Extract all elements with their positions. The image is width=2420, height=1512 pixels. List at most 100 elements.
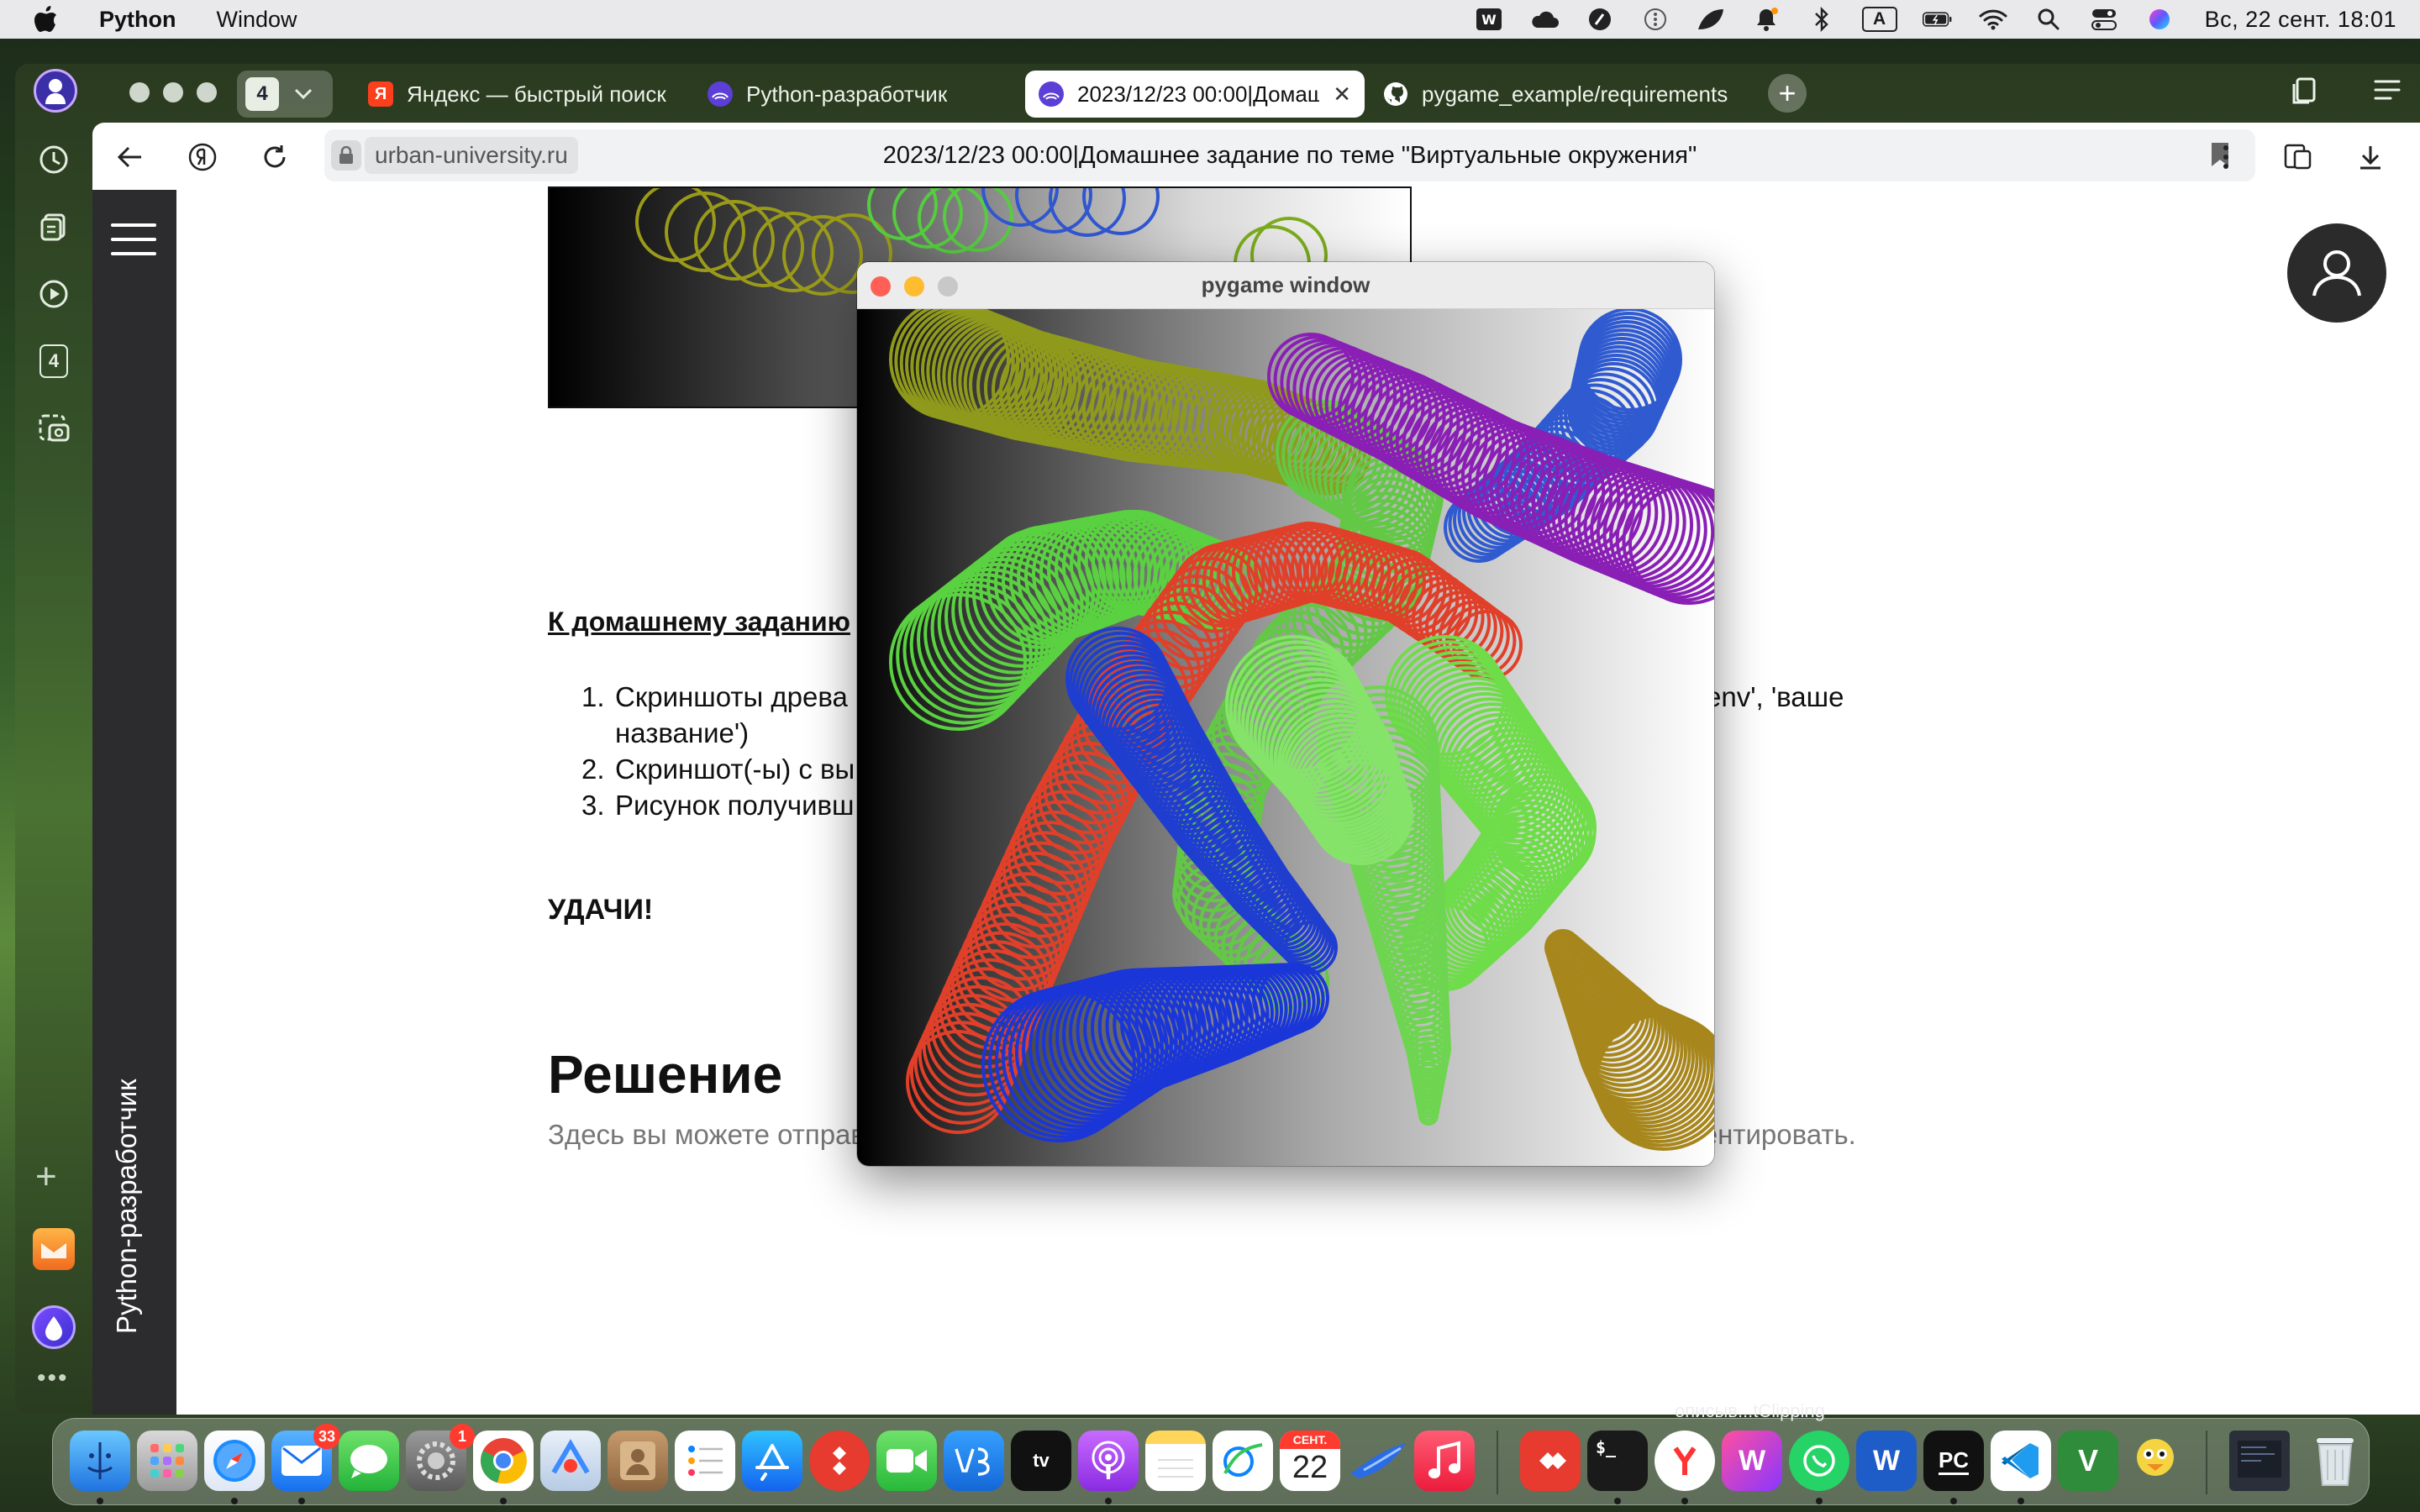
menubar-clock[interactable]: Вс, 22 сент. 18:01 [2205, 7, 2396, 33]
collections-icon[interactable] [34, 207, 74, 247]
calendar-icon[interactable]: СЕНТ. 22 [1280, 1431, 1340, 1491]
vk-messenger-icon[interactable] [944, 1431, 1004, 1491]
urban-favicon-icon [708, 81, 733, 107]
anydesk-alt-icon[interactable] [1520, 1431, 1581, 1491]
pygame-canvas[interactable] [857, 299, 1714, 1166]
cloud-app-icon[interactable] [1347, 1431, 1407, 1491]
more-vertical-icon[interactable] [2205, 136, 2247, 178]
notes-icon[interactable] [1145, 1431, 1206, 1491]
tab-label: Яндекс — быстрый поиск [407, 81, 666, 107]
apple-menu-icon[interactable] [34, 5, 62, 34]
close-window-icon[interactable] [871, 276, 891, 297]
app-name-menu[interactable]: Python [99, 7, 176, 33]
reader-mode-icon[interactable] [2277, 136, 2319, 178]
more-dots-icon[interactable]: ••• [37, 1364, 69, 1393]
battery-icon[interactable] [1922, 7, 1953, 32]
tab-yandex[interactable]: Я Яндекс — быстрый поиск [355, 71, 691, 118]
zoom-window-icon[interactable] [938, 276, 958, 297]
vim-icon[interactable]: V [2058, 1431, 2118, 1491]
new-tab-button[interactable]: + [1768, 74, 1807, 113]
facetime-icon[interactable] [876, 1431, 937, 1491]
profile-avatar-icon[interactable] [34, 69, 77, 113]
window-close-icon[interactable] [129, 82, 150, 102]
window-menu[interactable]: Window [217, 7, 297, 33]
history-icon[interactable] [34, 139, 74, 180]
minimize-window-icon[interactable] [904, 276, 924, 297]
menu-lines-icon[interactable] [2373, 77, 2402, 109]
podcasts-icon[interactable] [1078, 1431, 1139, 1491]
trash-icon[interactable] [2305, 1431, 2365, 1491]
apple-tv-icon[interactable]: tv [1011, 1431, 1071, 1491]
cyberduck-icon[interactable] [2125, 1431, 2186, 1491]
wps-icon[interactable]: W [1474, 7, 1504, 32]
leaf-icon[interactable] [1696, 7, 1726, 32]
pygame-window[interactable]: pygame window [857, 262, 1714, 1166]
tab-python-developer[interactable]: Python-разработчик [694, 71, 1030, 118]
word-icon[interactable]: W [1856, 1431, 1917, 1491]
tab-count-button[interactable]: 4 [237, 71, 333, 118]
system-settings-icon[interactable]: 1 [406, 1424, 475, 1491]
yandex-mail-icon[interactable] [33, 1228, 75, 1270]
running-indicator [1950, 1498, 1957, 1504]
video-play-icon[interactable] [34, 274, 74, 314]
keyboard-layout-icon[interactable]: A [1861, 7, 1897, 32]
yandex-browser-icon[interactable] [1655, 1431, 1715, 1491]
pygame-titlebar[interactable]: pygame window [857, 262, 1714, 309]
bookmarks-panel-icon[interactable] [2292, 77, 2317, 113]
reload-icon[interactable] [254, 136, 296, 178]
finder-icon[interactable] [70, 1431, 130, 1491]
safari-icon[interactable] [204, 1431, 265, 1491]
notification-bell-icon[interactable] [1751, 7, 1781, 32]
launchpad-icon[interactable] [137, 1431, 197, 1491]
control-center-icon[interactable] [2089, 7, 2119, 32]
dock: 33 1 tv СЕНТ. 22 $_ W W PC V описыв...tC… [52, 1400, 2370, 1505]
yandex-home-icon[interactable] [182, 136, 224, 178]
chrome-icon[interactable] [473, 1431, 534, 1491]
recent-window-thumbnail[interactable] [2229, 1431, 2290, 1491]
settings-badge: 1 [450, 1424, 475, 1449]
tab-label: 2023/12/23 00:00|Домашнее задание [1077, 81, 1320, 107]
hamburger-menu-icon[interactable] [111, 223, 156, 266]
reminders-icon[interactable] [675, 1431, 735, 1491]
address-bar[interactable]: urban-university.ru 2023/12/23 00:00|Дом… [324, 129, 2255, 181]
tab-close-icon[interactable]: ✕ [1333, 81, 1351, 108]
good-luck-text: УДАЧИ! [548, 894, 654, 926]
yandex-favicon-icon: Я [368, 81, 393, 107]
siri-icon[interactable] [2144, 7, 2175, 32]
screenshot-camera-icon[interactable] [34, 408, 74, 449]
tab-homework-active[interactable]: 2023/12/23 00:00|Домашнее задание ✕ [1025, 71, 1365, 118]
browser-side-rail: 4 + ••• [15, 64, 92, 1415]
window-zoom-icon[interactable] [197, 82, 217, 102]
contacts-icon[interactable] [608, 1431, 668, 1491]
status-area: W A Вс, 22 сент. 18:01 [1474, 0, 2396, 39]
urban-favicon-icon [1039, 81, 1064, 107]
wifi-icon[interactable] [1978, 7, 2008, 32]
window-minimize-icon[interactable] [163, 82, 183, 102]
cloud-icon[interactable] [1529, 7, 1560, 32]
dots-circle-icon[interactable] [1640, 7, 1670, 32]
pycharm-icon[interactable]: PC [1923, 1431, 1984, 1491]
wink-icon[interactable]: W [1722, 1431, 1782, 1491]
bluetooth-icon[interactable] [1807, 7, 1837, 32]
music-icon[interactable] [1414, 1431, 1475, 1491]
vscode-icon[interactable] [1991, 1431, 2051, 1491]
maps-icon[interactable] [540, 1431, 601, 1491]
app-store-icon[interactable] [742, 1431, 802, 1491]
messages-icon[interactable] [339, 1431, 399, 1491]
brush-icon[interactable] [1585, 7, 1615, 32]
mail-icon[interactable]: 33 [271, 1424, 340, 1491]
back-arrow-icon[interactable] [109, 136, 151, 178]
pygame-window-title: pygame window [1201, 272, 1370, 297]
tab-label: Python-разработчик [746, 81, 948, 107]
search-icon[interactable] [2033, 7, 2064, 32]
tab-github[interactable]: pygame_example/requirements [1370, 71, 1749, 118]
whatsapp-icon[interactable] [1789, 1431, 1849, 1491]
terminal-icon[interactable]: $_ [1587, 1431, 1648, 1491]
list-item-suffix: env', 'ваше [1706, 681, 1844, 712]
freeform-icon[interactable] [1213, 1431, 1273, 1491]
anydesk-icon[interactable] [809, 1431, 870, 1491]
alice-assistant-icon[interactable] [32, 1305, 76, 1349]
tab-count-icon[interactable]: 4 [34, 341, 74, 381]
add-panel-icon[interactable]: + [35, 1156, 57, 1198]
download-icon[interactable] [2349, 136, 2391, 178]
